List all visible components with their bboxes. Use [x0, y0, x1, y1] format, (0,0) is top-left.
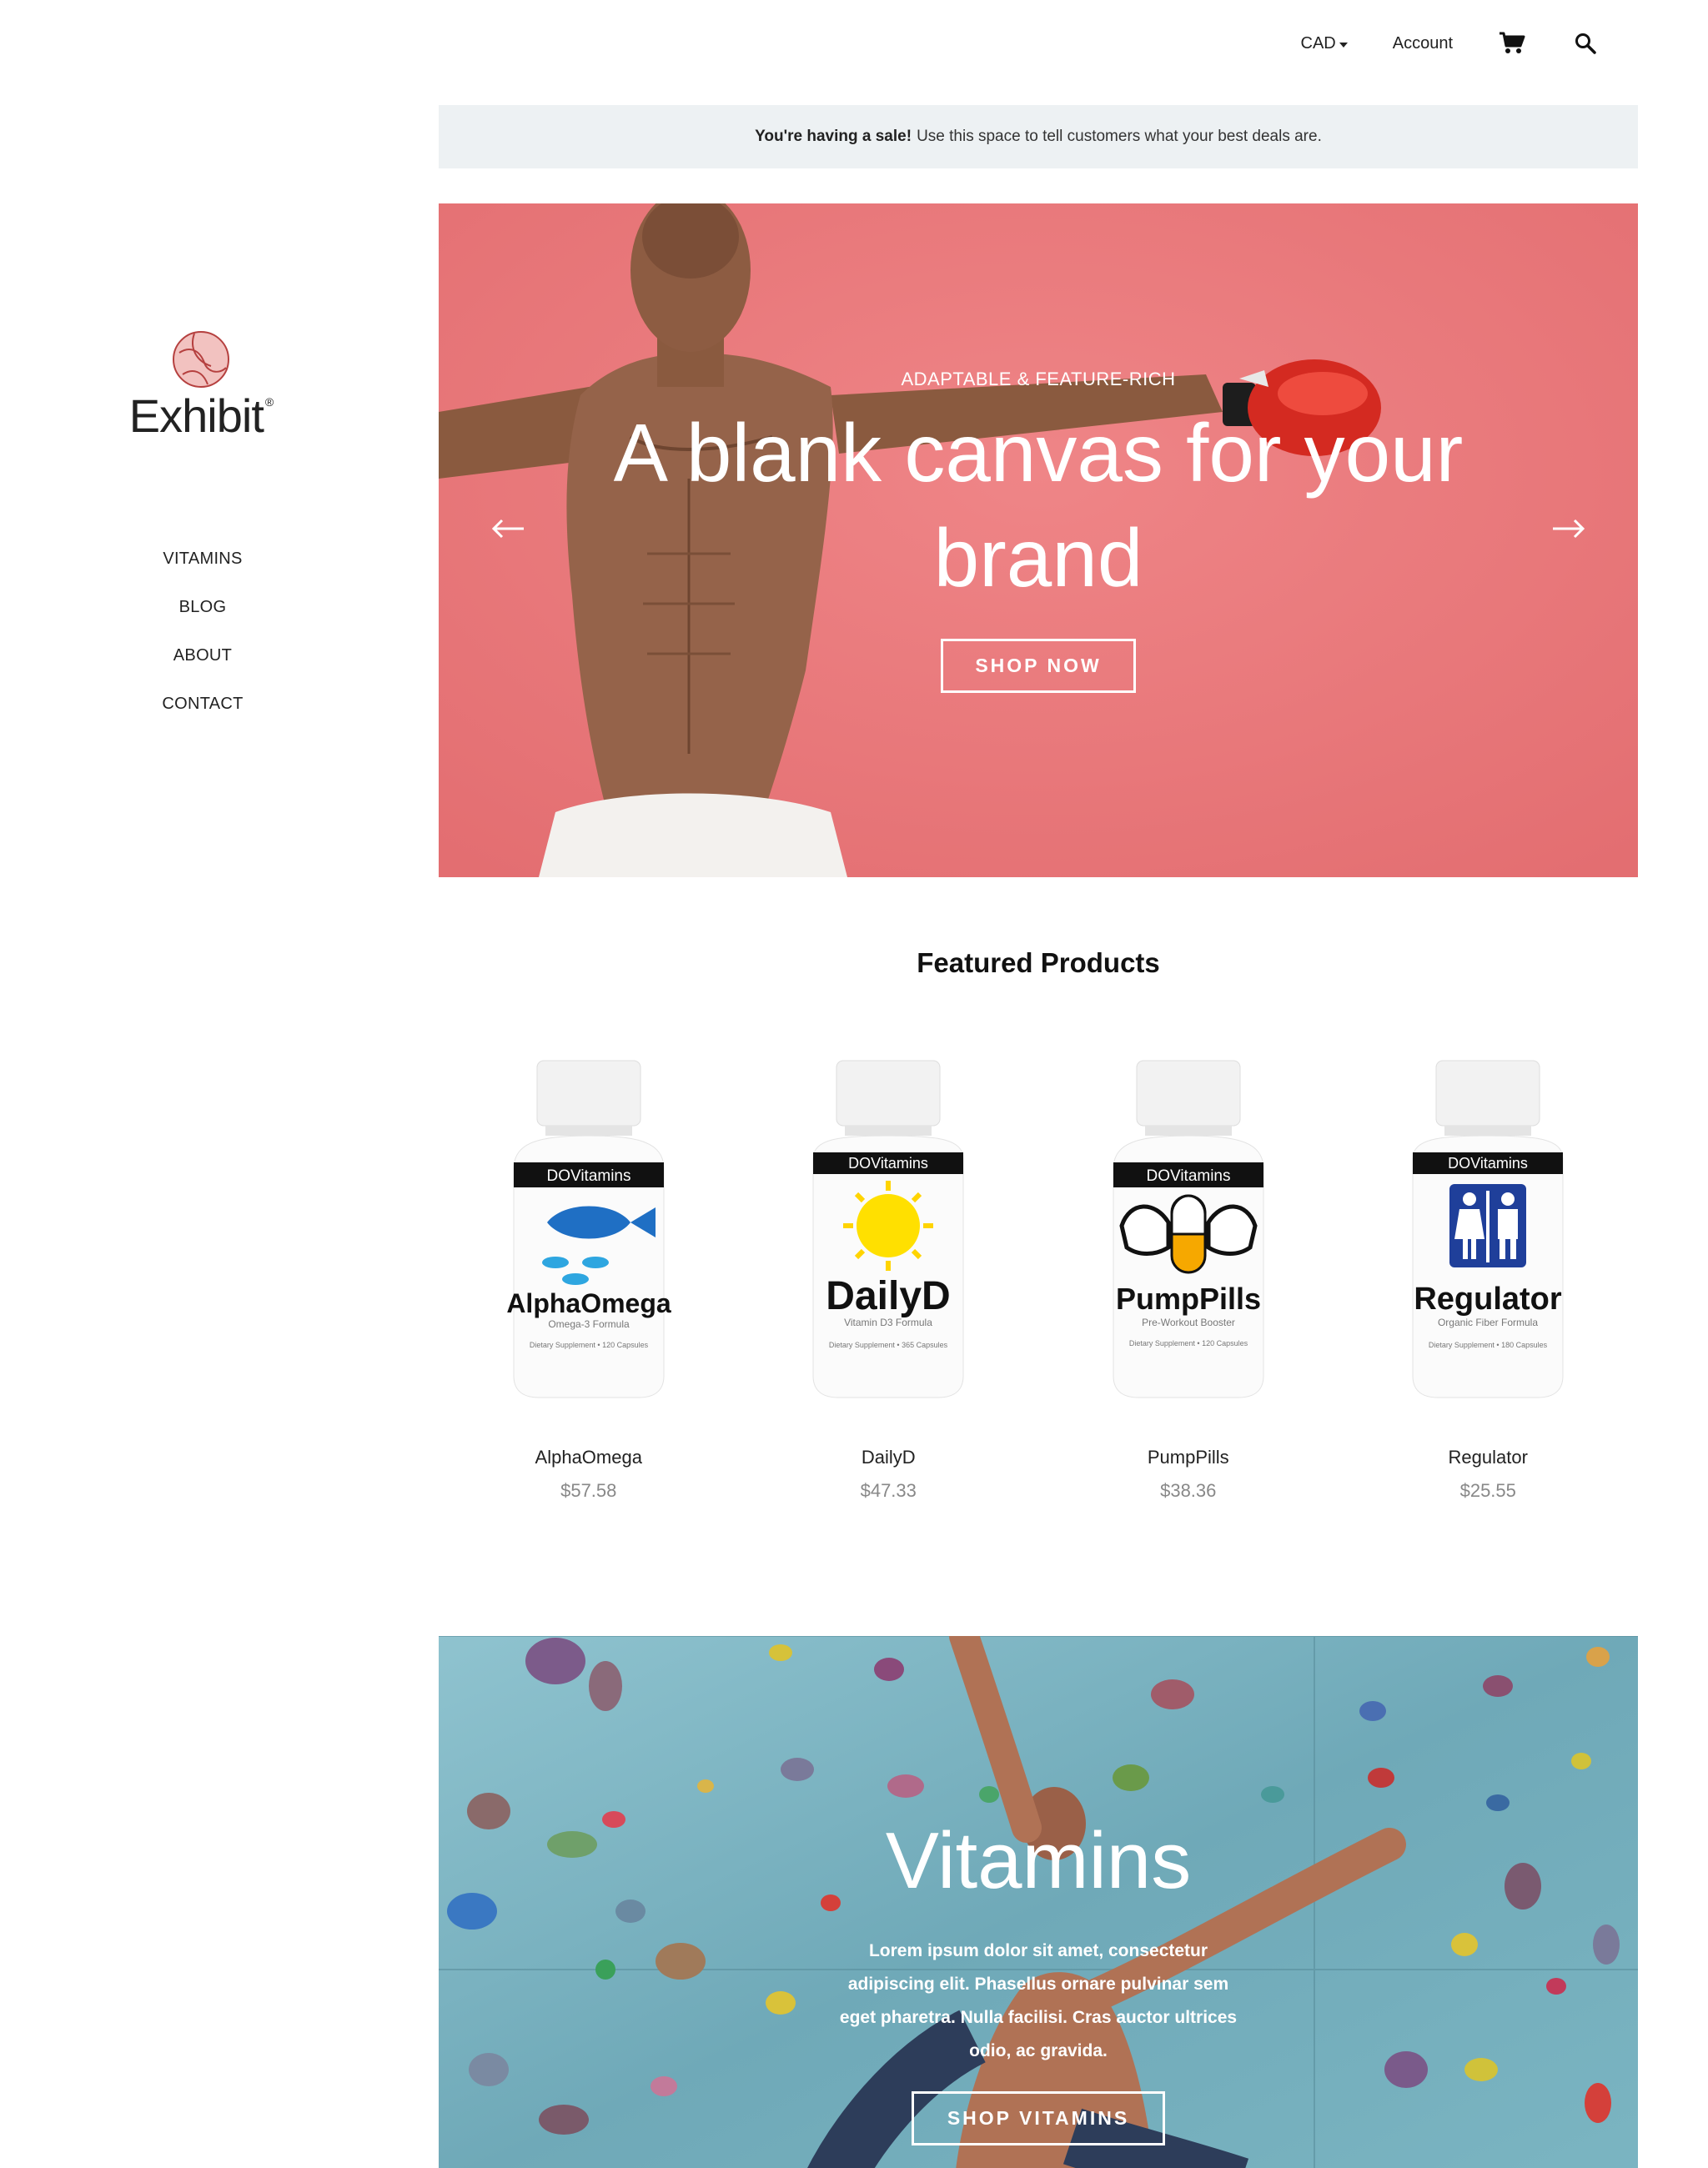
svg-text:DOVitamins: DOVitamins	[848, 1155, 928, 1172]
svg-text:Dietary Supplement • 120 Capsu: Dietary Supplement • 120 Capsules	[530, 1341, 649, 1349]
collection-banner: Vitamins Lorem ipsum dolor sit amet, con…	[439, 1636, 1638, 2168]
hero-title: A blank canvas for your brand	[613, 407, 1464, 604]
collection-description: Lorem ipsum dolor sit amet, consectetur …	[839, 1941, 1238, 2060]
svg-text:Omega-3 Formula: Omega-3 Formula	[548, 1318, 630, 1330]
product-card[interactable]: DOVitamins DailyD Vitamin D3 Formula Die…	[739, 1059, 1039, 1502]
dailyd-bottle-image: DOVitamins DailyD Vitamin D3 Formula Die…	[812, 1060, 964, 1398]
store-logo[interactable]: Exhibit ®	[128, 329, 274, 442]
product-price: $25.55	[1459, 1480, 1516, 1501]
product-card[interactable]: DOVitamins AlphaOmega Omega-3 Formula Di…	[439, 1059, 739, 1502]
account-link[interactable]: Account	[1393, 34, 1453, 53]
svg-text:DOVitamins: DOVitamins	[1448, 1155, 1528, 1172]
sidebar-nav: VITAMINS BLOG ABOUT CONTACT	[0, 544, 405, 737]
nav-item-contact[interactable]: CONTACT	[0, 689, 405, 737]
announcement-bold: You're having a sale!	[755, 128, 912, 145]
search-icon[interactable]	[1571, 29, 1600, 58]
svg-text:AlphaOmega: AlphaOmega	[506, 1288, 671, 1318]
collection-content: Vitamins Lorem ipsum dolor sit amet, con…	[439, 1811, 1638, 2145]
svg-text:DailyD: DailyD	[826, 1274, 951, 1318]
shop-vitamins-button[interactable]: SHOP VITAMINS	[911, 2091, 1166, 2145]
hero-slideshow: ADAPTABLE & FEATURE-RICH A blank canvas …	[439, 203, 1638, 877]
currency-selector[interactable]: CAD	[1301, 34, 1348, 53]
cart-icon[interactable]	[1498, 29, 1526, 58]
nav-item-about[interactable]: ABOUT	[0, 640, 405, 689]
nav-item-vitamins[interactable]: VITAMINS	[0, 544, 405, 592]
product-price: $47.33	[860, 1480, 917, 1501]
svg-text:PumpPills: PumpPills	[1116, 1282, 1261, 1316]
product-name: DailyD	[861, 1447, 916, 1468]
svg-text:Organic Fiber Formula: Organic Fiber Formula	[1438, 1317, 1538, 1328]
product-name: Regulator	[1448, 1447, 1528, 1468]
logo-ball-icon	[171, 329, 231, 389]
nav-item-blog[interactable]: BLOG	[0, 592, 405, 640]
hero-kicker: ADAPTABLE & FEATURE-RICH	[901, 369, 1176, 389]
product-price: $57.58	[560, 1480, 617, 1501]
hero-content: ADAPTABLE & FEATURE-RICH A blank canvas …	[439, 369, 1638, 693]
product-card[interactable]: DOVitamins PumpPills Pre-Workout Booster…	[1038, 1059, 1339, 1502]
product-price: $38.36	[1160, 1480, 1217, 1501]
svg-text:Dietary Supplement • 120 Capsu: Dietary Supplement • 120 Capsules	[1129, 1339, 1248, 1347]
svg-text:Pre-Workout Booster: Pre-Workout Booster	[1142, 1317, 1235, 1328]
header-utility-bar: CAD Account	[1301, 25, 1600, 62]
svg-text:Vitamin D3 Formula: Vitamin D3 Formula	[844, 1317, 932, 1328]
svg-text:Dietary Supplement • 365 Capsu: Dietary Supplement • 365 Capsules	[829, 1341, 948, 1349]
svg-text:DOVitamins: DOVitamins	[546, 1167, 630, 1185]
pumppills-bottle-image: DOVitamins PumpPills Pre-Workout Booster…	[1113, 1060, 1264, 1398]
svg-text:Regulator: Regulator	[1414, 1282, 1563, 1317]
product-name: PumpPills	[1147, 1447, 1229, 1468]
shop-now-button[interactable]: SHOP NOW	[941, 639, 1136, 693]
svg-text:Dietary Supplement • 180 Capsu: Dietary Supplement • 180 Capsules	[1429, 1341, 1548, 1349]
product-name: AlphaOmega	[535, 1447, 642, 1468]
featured-products-heading: Featured Products	[917, 947, 1160, 978]
announcement-bar: You're having a sale! Use this space to …	[439, 105, 1638, 168]
featured-products-grid: DOVitamins AlphaOmega Omega-3 Formula Di…	[439, 1059, 1638, 1502]
currency-label: CAD	[1300, 33, 1336, 53]
sidebar: Exhibit ® VITAMINS BLOG ABOUT CONTACT	[0, 0, 405, 2168]
alphaomega-bottle-image: DOVitamins AlphaOmega Omega-3 Formula Di…	[506, 1060, 671, 1398]
caret-down-icon	[1339, 42, 1348, 48]
svg-text:DOVitamins: DOVitamins	[1146, 1167, 1230, 1185]
regulator-bottle-image: DOVitamins Regulator Organic Fiber Formu…	[1412, 1060, 1564, 1398]
announcement-text: Use this space to tell customers what yo…	[917, 128, 1322, 145]
logo-wordmark: Exhibit ®	[128, 389, 274, 442]
product-card[interactable]: DOVitamins Regulator Organic Fiber Formu…	[1339, 1059, 1639, 1502]
collection-title: Vitamins	[885, 1816, 1192, 1905]
